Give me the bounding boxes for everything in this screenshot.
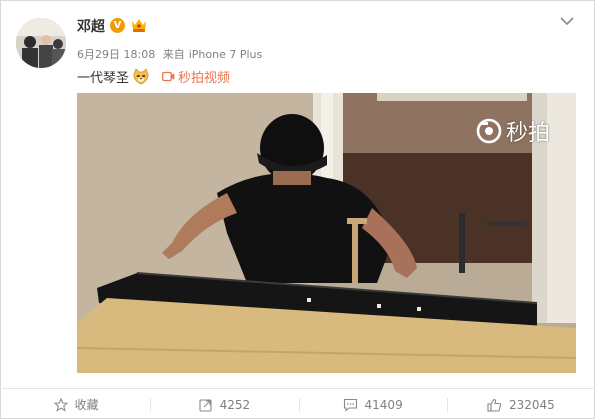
post-source-device[interactable]: iPhone 7 Plus bbox=[189, 48, 263, 61]
post-source-prefix: 来自 bbox=[162, 48, 185, 61]
comment-icon bbox=[343, 398, 357, 412]
video-link-label: 秒拍视频 bbox=[178, 71, 231, 86]
post-timestamp[interactable]: 6月29日 18:08 bbox=[77, 48, 155, 61]
video-thumbnail[interactable]: 秒拍 bbox=[77, 93, 576, 373]
doge-emoji-icon bbox=[133, 67, 149, 84]
comment-count: 41409 bbox=[364, 397, 403, 412]
verified-badge-icon: V bbox=[110, 18, 125, 33]
post-meta: 6月29日 18:08 来自 iPhone 7 Plus bbox=[77, 46, 266, 62]
action-toolbar: 收藏 4252 41409 232045 bbox=[2, 388, 595, 420]
post-content: 一代琴圣 秒拍视频 bbox=[77, 67, 230, 86]
avatar-image bbox=[16, 18, 66, 68]
miaopai-logo-icon bbox=[476, 118, 502, 144]
video-camera-icon bbox=[162, 71, 175, 82]
star-icon bbox=[53, 397, 68, 412]
weibo-post-card: 邓超 V 6月29日 18:08 来自 iPhone 7 Plus 一代琴圣 秒拍… bbox=[0, 0, 595, 419]
favorite-button[interactable]: 收藏 bbox=[2, 389, 150, 420]
like-count: 232045 bbox=[508, 397, 555, 412]
chevron-down-icon[interactable] bbox=[560, 16, 574, 26]
repost-icon bbox=[199, 398, 212, 412]
avatar[interactable] bbox=[16, 18, 66, 68]
video-watermark: 秒拍 bbox=[476, 115, 550, 147]
like-button[interactable]: 232045 bbox=[446, 389, 595, 420]
member-crown-icon[interactable] bbox=[130, 17, 148, 33]
video-watermark-text: 秒拍 bbox=[505, 121, 550, 146]
comment-button[interactable]: 41409 bbox=[298, 389, 447, 420]
thumbs-up-icon bbox=[487, 398, 502, 412]
username[interactable]: 邓超 bbox=[77, 16, 105, 36]
post-text: 一代琴圣 bbox=[77, 71, 130, 86]
favorite-label: 收藏 bbox=[74, 398, 99, 412]
repost-button[interactable]: 4252 bbox=[150, 389, 298, 420]
video-link[interactable]: 秒拍视频 bbox=[162, 67, 230, 86]
repost-count: 4252 bbox=[219, 397, 251, 412]
